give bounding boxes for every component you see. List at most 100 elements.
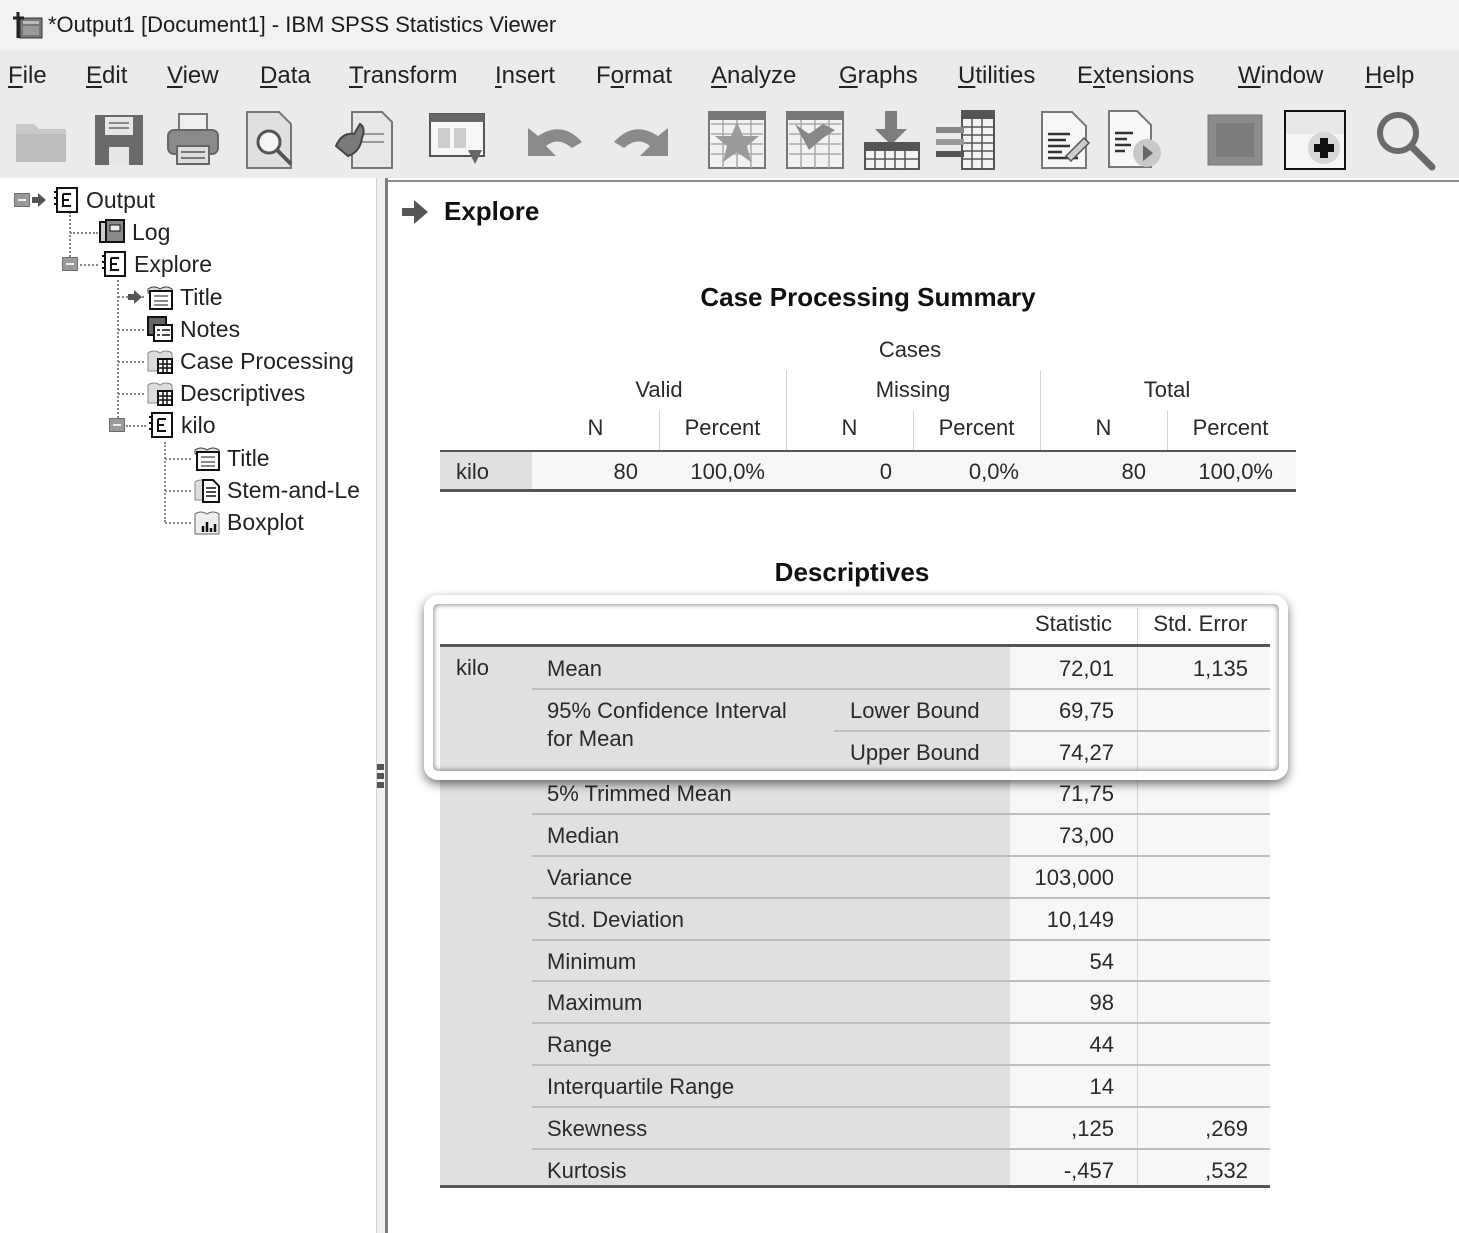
- goto-case-button[interactable]: [784, 108, 846, 172]
- outline-item-explore[interactable]: Explore: [100, 249, 212, 279]
- goto-variable-icon: [864, 111, 920, 170]
- menu-graphs[interactable]: Graphs: [839, 62, 918, 90]
- menu-utilities[interactable]: Utilities: [958, 62, 1035, 90]
- row-label: Minimum: [547, 949, 637, 974]
- menu-file[interactable]: File: [8, 62, 47, 90]
- print-preview-icon: [246, 111, 293, 169]
- outline-item-stem-and-leaf[interactable]: Stem-and-Le: [193, 475, 360, 505]
- menu-window[interactable]: Window: [1238, 62, 1323, 90]
- value-cell: 0,0%: [968, 459, 1019, 484]
- menu-bar: File Edit View Data Transform Insert For…: [0, 50, 1459, 102]
- row-label: Skewness: [547, 1116, 648, 1141]
- add-output-icon: [1286, 112, 1344, 164]
- collapse-output-toggle[interactable]: [14, 193, 30, 207]
- goto-data-button[interactable]: [706, 108, 768, 172]
- outline-item-descriptives[interactable]: Descriptives: [146, 378, 305, 408]
- menu-help[interactable]: Help: [1365, 62, 1414, 90]
- collapse-kilo-toggle[interactable]: [109, 418, 125, 432]
- undo-button[interactable]: [524, 108, 586, 172]
- procedure-book-icon: [102, 251, 126, 277]
- outline-item-notes[interactable]: Notes: [146, 314, 240, 344]
- current-item-arrow-icon: [402, 199, 428, 224]
- undo-arrow-icon: [528, 128, 582, 156]
- statistic-cell: 44: [1089, 1032, 1114, 1057]
- title-icon: [194, 447, 220, 471]
- statistic-cell: 71,75: [1058, 781, 1114, 806]
- row-label: kilo: [456, 459, 490, 484]
- run-document-icon: [1108, 110, 1161, 168]
- statistic-cell: 74,27: [1058, 740, 1114, 765]
- designate-window-icon: [1207, 114, 1263, 166]
- save-button[interactable]: [88, 108, 150, 172]
- outline-item-kilo-title[interactable]: Title: [193, 443, 270, 473]
- value-cell: 80: [1121, 459, 1146, 484]
- run-script-button[interactable]: [1104, 108, 1166, 172]
- pivot-table-icon: [147, 350, 173, 374]
- row-label: Range: [547, 1032, 612, 1057]
- group-header: Total: [1143, 377, 1191, 402]
- recall-dialog-button[interactable]: [426, 108, 488, 172]
- row-label: Std. Deviation: [547, 907, 684, 932]
- menu-transform[interactable]: Transform: [349, 62, 457, 90]
- window-title: *Output1 [Document1] - IBM SPSS Statisti…: [48, 12, 557, 37]
- outline-item-title[interactable]: Title: [146, 282, 223, 312]
- std-error-cell: [1137, 690, 1248, 732]
- menu-format[interactable]: Format: [596, 62, 672, 90]
- folder-icon: [16, 124, 66, 162]
- outline-item-boxplot[interactable]: Boxplot: [193, 507, 304, 537]
- statistic-cell: 73,00: [1058, 823, 1114, 848]
- menu-edit[interactable]: Edit: [86, 62, 127, 90]
- table-title: Descriptives: [774, 557, 930, 587]
- menu-extensions[interactable]: Extensions: [1077, 62, 1194, 90]
- outline-item-case-processing[interactable]: Case Processing: [146, 346, 354, 376]
- spss-viewer-icon: [12, 10, 44, 40]
- redo-button[interactable]: [610, 108, 672, 172]
- column-header: Percent: [1192, 415, 1269, 440]
- pivot-table-icon: [147, 382, 173, 406]
- outline-item-log[interactable]: Log: [98, 217, 170, 247]
- outline-item-kilo[interactable]: kilo: [147, 410, 216, 440]
- row-label: 5% Trimmed Mean: [547, 781, 732, 806]
- print-button[interactable]: [162, 108, 224, 172]
- statistic-cell: 10,149: [1046, 907, 1114, 932]
- collapse-explore-toggle[interactable]: [62, 257, 78, 271]
- edit-document-icon: [1041, 111, 1091, 169]
- splitter-grip-icon: [377, 764, 384, 770]
- std-error-cell: [1137, 899, 1248, 941]
- std-error-cell: [1137, 732, 1248, 774]
- column-header: N: [587, 415, 604, 440]
- insert-text-button[interactable]: [1034, 108, 1096, 172]
- std-error-cell: [1137, 857, 1248, 899]
- print-preview-button[interactable]: [240, 108, 302, 172]
- table-title: Case Processing Summary: [700, 282, 1036, 312]
- menu-analyze[interactable]: Analyze: [711, 62, 796, 90]
- statistic-cell: 103,000: [1034, 865, 1114, 890]
- goto-variable-button[interactable]: [860, 108, 922, 172]
- outline-item-output[interactable]: Output: [52, 185, 155, 215]
- menu-insert[interactable]: Insert: [495, 62, 555, 90]
- recall-dialog-icon: [429, 113, 485, 164]
- pane-splitter[interactable]: [376, 178, 388, 1233]
- search-button[interactable]: [1374, 108, 1436, 172]
- menu-view[interactable]: View: [167, 62, 219, 90]
- column-header: Percent: [938, 415, 1015, 440]
- output-heading[interactable]: Explore: [402, 196, 539, 227]
- row-label: for Mean: [547, 726, 634, 751]
- super-header: Cases: [878, 337, 942, 362]
- menu-data[interactable]: Data: [260, 62, 311, 90]
- output-book-icon: [54, 187, 78, 213]
- export-document-icon: [334, 111, 393, 169]
- create-new-output-button[interactable]: [1284, 110, 1346, 170]
- variables-button[interactable]: [934, 108, 996, 172]
- designate-window-button[interactable]: [1204, 108, 1266, 172]
- open-button[interactable]: [10, 108, 72, 172]
- floppy-disk-icon: [95, 115, 143, 165]
- chart-icon: [194, 511, 220, 535]
- value-cell: 100,0%: [690, 459, 765, 484]
- std-error-cell: [1137, 1024, 1248, 1066]
- group-header: Valid: [635, 377, 683, 402]
- export-button[interactable]: [332, 108, 394, 172]
- outline-pane: Output Log Explore Title Notes Case Proc…: [0, 178, 376, 1233]
- statistic-cell: 72,01: [1058, 656, 1114, 681]
- std-error-cell: [1137, 1066, 1248, 1108]
